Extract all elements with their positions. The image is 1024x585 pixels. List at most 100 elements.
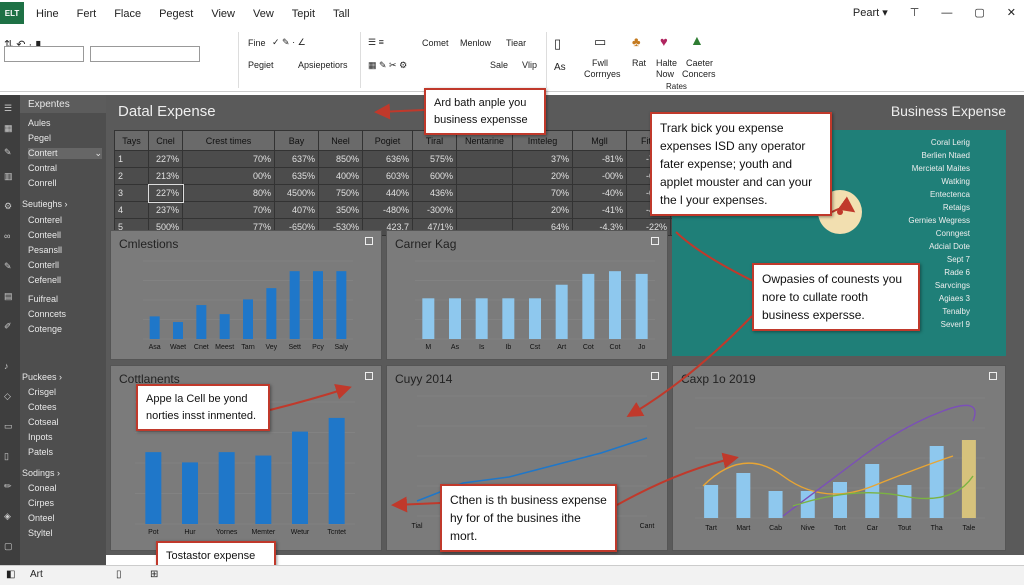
- shape-icon[interactable]: ◇: [4, 391, 16, 401]
- chart-panel-1[interactable]: Cmlestions Asa Waet Cnet Meest Tarn Vey Sett Pc…: [110, 230, 382, 360]
- sidebar-item[interactable]: Onteel: [28, 513, 55, 523]
- table-cell[interactable]: 4500%: [274, 184, 319, 202]
- sidebar-item[interactable]: Cefenell: [28, 275, 61, 285]
- vlip-button[interactable]: Vlip: [522, 60, 537, 70]
- sidebar-item[interactable]: Inpots: [28, 432, 53, 442]
- sidebar-item[interactable]: Crisgel: [28, 387, 56, 397]
- table-cell[interactable]: 1: [114, 150, 149, 168]
- people-icon[interactable]: ♣: [632, 34, 641, 49]
- table-cell[interactable]: 750%: [318, 184, 363, 202]
- pin-icon[interactable]: ⊤: [910, 6, 920, 19]
- settings-icon[interactable]: ⚙: [4, 201, 16, 211]
- page-setup-button[interactable]: Pegiet: [248, 60, 274, 70]
- sidebar-item[interactable]: Contral: [28, 163, 57, 173]
- table-cell[interactable]: 70%: [182, 150, 275, 168]
- table-header-cell[interactable]: Cnel: [148, 130, 183, 151]
- table-header-cell[interactable]: Tays: [114, 130, 149, 151]
- table-cell[interactable]: [456, 167, 513, 185]
- menlow-button[interactable]: Menlow: [460, 38, 491, 48]
- table-cell[interactable]: [456, 150, 513, 168]
- edit-icon[interactable]: ✐: [4, 321, 16, 331]
- sidebar-section-header[interactable]: Puckees ›: [22, 372, 62, 382]
- sidebar-item[interactable]: Conteell: [28, 230, 61, 240]
- tree-icon[interactable]: ▲: [690, 32, 704, 48]
- table-cell[interactable]: 637%: [274, 150, 319, 168]
- menu-item-view2[interactable]: Vew: [253, 8, 274, 20]
- table-cell[interactable]: 575%: [412, 150, 457, 168]
- sidebar-item[interactable]: Aules: [28, 118, 51, 128]
- list-icon[interactable]: ☰: [4, 103, 16, 113]
- folder-icon[interactable]: ▭: [4, 421, 16, 431]
- fill-button[interactable]: Fwll: [592, 58, 608, 68]
- minimize-icon[interactable]: —: [941, 7, 952, 19]
- document-icon[interactable]: ▯: [554, 36, 561, 52]
- table-cell[interactable]: 227%: [147, 183, 184, 203]
- table-header-cell[interactable]: Mgll: [572, 130, 627, 151]
- table-cell[interactable]: [456, 184, 513, 202]
- edit-icons[interactable]: ✓ ✎ · ∠: [272, 37, 306, 48]
- table-cell[interactable]: -41%: [572, 201, 627, 219]
- table-cell[interactable]: -300%: [412, 201, 457, 219]
- menu-item-tepit[interactable]: Tepit: [292, 8, 315, 20]
- sidebar-item[interactable]: Conterll: [28, 260, 59, 270]
- sidebar-item[interactable]: Fuifreal: [28, 294, 58, 304]
- table-cell[interactable]: 80%: [182, 184, 275, 202]
- menu-item-home[interactable]: Hine: [36, 8, 59, 20]
- sidebar-section-header[interactable]: Seutieghs ›: [22, 199, 68, 209]
- table-cell[interactable]: 400%: [318, 167, 363, 185]
- table-cell[interactable]: 2: [114, 167, 149, 185]
- menu-item-tall[interactable]: Tall: [333, 8, 350, 20]
- sidebar-item[interactable]: Conncets: [28, 309, 66, 319]
- halte-button[interactable]: Halte: [656, 58, 677, 68]
- table-cell[interactable]: [456, 201, 513, 219]
- table-cell[interactable]: 4: [114, 201, 149, 219]
- rat-button[interactable]: Rat: [632, 58, 646, 68]
- pen2-icon[interactable]: ✎: [4, 261, 16, 271]
- table-cell[interactable]: 635%: [274, 167, 319, 185]
- sidebar-item[interactable]: Cotseal: [28, 417, 59, 427]
- table-cell[interactable]: 20%: [512, 201, 573, 219]
- excel-app-icon[interactable]: ELT: [0, 2, 24, 24]
- table-cell[interactable]: -00%: [572, 167, 627, 185]
- sidebar-item[interactable]: Conterel: [28, 215, 62, 225]
- formula-bar[interactable]: [90, 46, 200, 62]
- sheet-nav-icon[interactable]: ◧: [6, 569, 15, 580]
- table-cell[interactable]: 603%: [362, 167, 413, 185]
- font-size-icon[interactable]: As: [554, 62, 566, 73]
- table-cell[interactable]: 600%: [412, 167, 457, 185]
- menu-item-insert[interactable]: Fert: [77, 8, 97, 20]
- doc-icon[interactable]: ▯: [4, 451, 16, 461]
- tiear-button[interactable]: Tiear: [506, 38, 526, 48]
- close-icon[interactable]: ✕: [1007, 6, 1016, 19]
- account-dropdown[interactable]: Peart ▾: [853, 6, 888, 19]
- sidebar-item[interactable]: Cotees: [28, 402, 57, 412]
- box-icon[interactable]: ▢: [4, 541, 16, 551]
- sidebar-item[interactable]: Conrell: [28, 178, 57, 188]
- table-cell[interactable]: 350%: [318, 201, 363, 219]
- table-cell[interactable]: 37%: [512, 150, 573, 168]
- tag-icon[interactable]: ◈: [4, 511, 16, 521]
- sidebar-section-header[interactable]: Sodings ›: [22, 468, 60, 478]
- table-cell[interactable]: 436%: [412, 184, 457, 202]
- appearance-dropdown[interactable]: Apsiepetiors: [298, 60, 348, 70]
- music-icon[interactable]: ♪: [4, 361, 16, 371]
- monitor-icon[interactable]: ▭: [594, 34, 606, 50]
- chart-panel-5[interactable]: Caxp 1o 2019 Tart Mart Cab Nive Tort Car Tout T…: [672, 365, 1006, 551]
- table-cell[interactable]: 3: [114, 184, 149, 202]
- list-icons[interactable]: ☰ ≡: [368, 37, 384, 48]
- menu-item-page[interactable]: Flace: [114, 8, 141, 20]
- chart-panel-2[interactable]: Carner Kag M As Is Ib Cst Art Cot Cot Jo: [386, 230, 668, 360]
- sidebar-item[interactable]: Patels: [28, 447, 53, 457]
- sidebar-item[interactable]: Coneal: [28, 483, 57, 493]
- menu-item-view[interactable]: View: [211, 8, 235, 20]
- table-cell[interactable]: 70%: [512, 184, 573, 202]
- tool-icons[interactable]: ▦ ✎ ✂ ⚙: [368, 60, 407, 71]
- table-cell[interactable]: -81%: [572, 150, 627, 168]
- sidebar-item[interactable]: Pesansll: [28, 245, 62, 255]
- pencil-icon[interactable]: ✏: [4, 481, 16, 491]
- table-cell[interactable]: 636%: [362, 150, 413, 168]
- comet-button[interactable]: Comet: [422, 38, 449, 48]
- table-cell[interactable]: 227%: [148, 150, 183, 168]
- sale-button[interactable]: Sale: [490, 60, 508, 70]
- table-header-cell[interactable]: Neel: [318, 130, 363, 151]
